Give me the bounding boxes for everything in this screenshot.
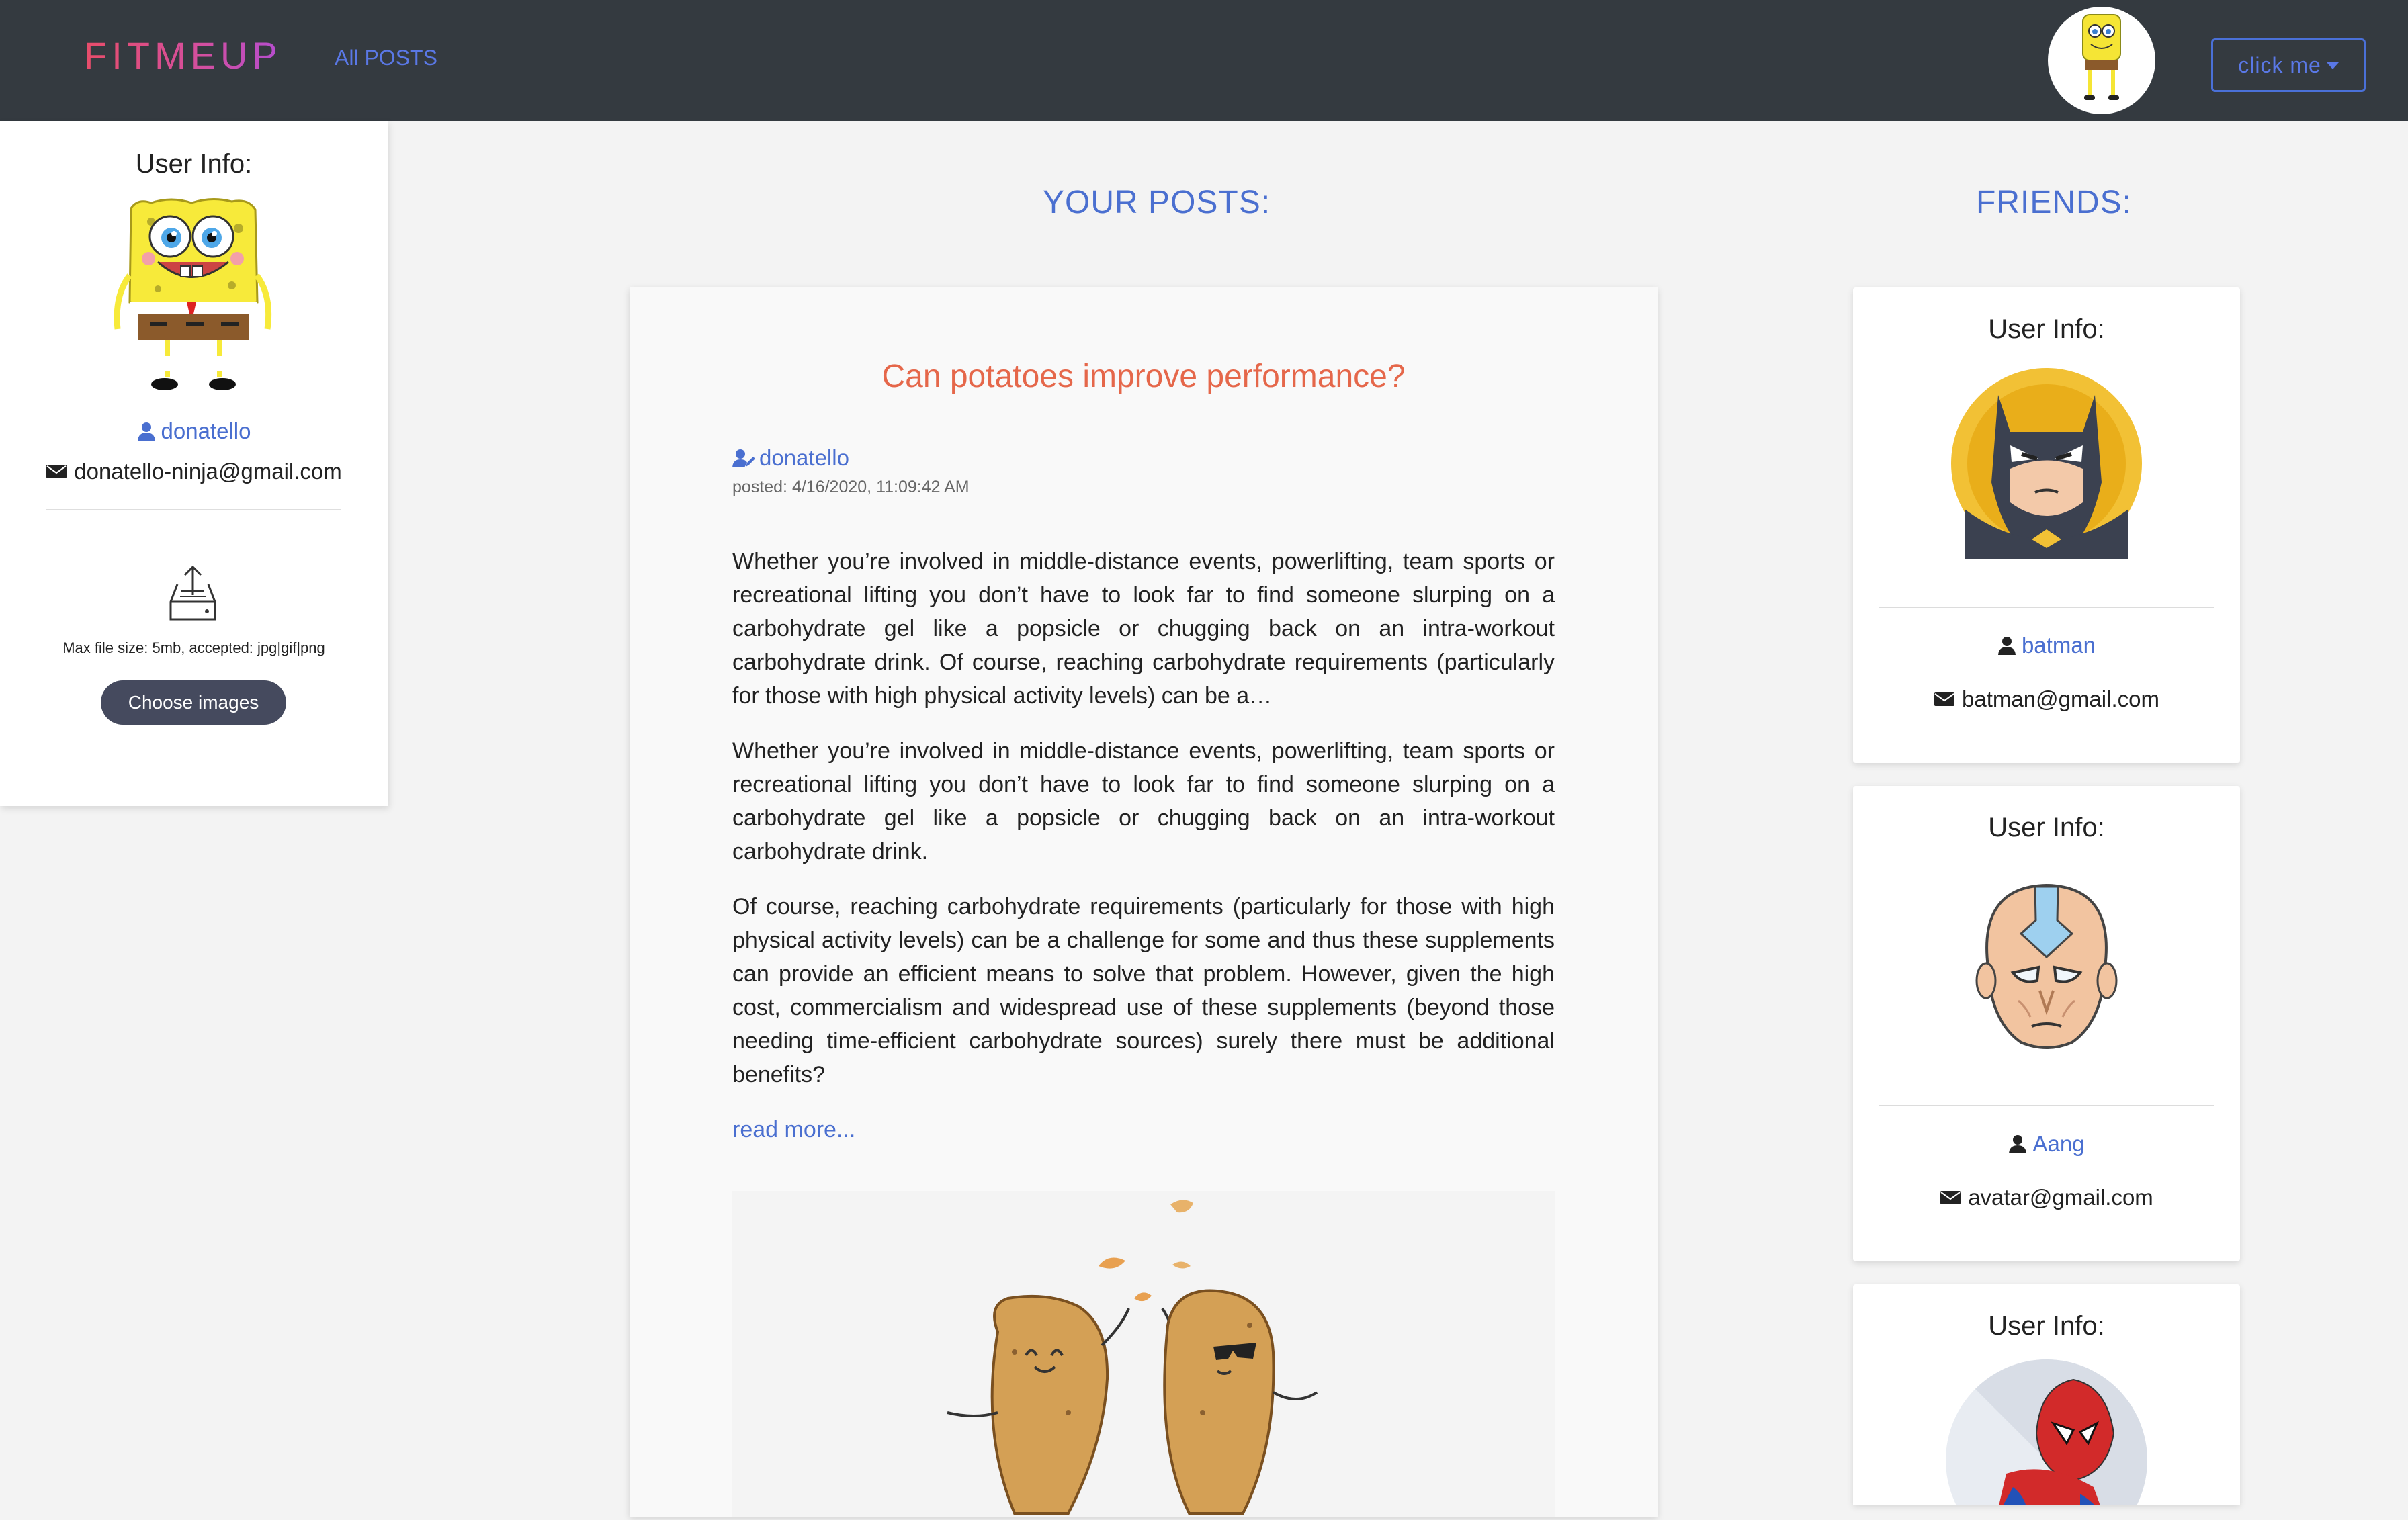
post-paragraph: Of course, reaching carbohydrate require… [732, 894, 1555, 1087]
post-author-row: donatello [732, 445, 849, 471]
friend-avatar [1946, 1359, 2147, 1505]
post-body: Whether you’re involved in middle-distan… [732, 545, 1555, 1147]
card-title: User Info: [1988, 1311, 2105, 1341]
user-icon [137, 422, 155, 441]
divider [46, 509, 341, 510]
friends-heading: FRIENDS: [1976, 185, 2133, 220]
user-email-row: donatello-ninja@gmail.com [0, 459, 388, 484]
your-posts-heading: YOUR POSTS: [1043, 185, 1271, 220]
card-title: User Info: [135, 149, 253, 179]
friend-email: batman@gmail.com [1962, 686, 2159, 711]
friend-name-row: Aang [1853, 1131, 2240, 1157]
post-card: Can potatoes improve performance? donate… [630, 287, 1658, 1517]
upload-hint: Max file size: 5mb, accepted: jpg|gif|pn… [62, 639, 325, 656]
post-date: posted: 4/16/2020, 11:09:42 AM [732, 478, 970, 496]
post-author-link[interactable]: donatello [759, 445, 849, 471]
divider [1879, 607, 2214, 608]
nav-link-all-posts[interactable]: All POSTS [335, 46, 437, 71]
friend-email: avatar@gmail.com [1968, 1185, 2153, 1210]
friend-avatar [1951, 368, 2142, 559]
divider [1879, 1105, 2214, 1106]
friend-email-row: batman@gmail.com [1853, 686, 2240, 712]
brand-logo[interactable]: FITMEUP [84, 34, 282, 77]
post-paragraph: Whether you’re involved in middle-distan… [732, 738, 1555, 864]
friend-name-link[interactable]: batman [2022, 633, 2096, 658]
friend-email-row: avatar@gmail.com [1853, 1185, 2240, 1210]
post-title[interactable]: Can potatoes improve performance? [630, 358, 1658, 395]
post-image [732, 1191, 1555, 1517]
friend-card: User Info: batman batman@gmail.com [1853, 287, 2240, 763]
caret-down-icon [2326, 62, 2339, 69]
read-more-link[interactable]: read more... [732, 1117, 855, 1143]
dropdown-label: click me [2238, 52, 2321, 77]
user-name-row: donatello [0, 418, 388, 444]
user-name-link[interactable]: donatello [161, 418, 251, 444]
envelope-icon [1934, 692, 1955, 706]
user-avatar [111, 195, 275, 396]
friend-name-row: batman [1853, 633, 2240, 658]
friend-name-link[interactable]: Aang [2032, 1131, 2084, 1157]
user-icon [1997, 637, 2016, 655]
user-email: donatello-ninja@gmail.com [74, 459, 342, 484]
avatar[interactable] [2048, 7, 2155, 114]
envelope-icon [1940, 1191, 1961, 1204]
user-info-card: User Info: donatello donatello-ninja@gma… [0, 121, 388, 806]
dropdown-button[interactable]: click me [2211, 38, 2366, 92]
choose-images-button[interactable]: Choose images [101, 680, 286, 725]
card-title: User Info: [1988, 813, 2105, 842]
friend-avatar [1951, 866, 2142, 1057]
post-excerpt: Whether you’re involved in middle-distan… [732, 549, 1555, 709]
friend-card: User Info: [1853, 1284, 2240, 1505]
card-title: User Info: [1988, 314, 2105, 344]
user-icon [2009, 1135, 2027, 1153]
envelope-icon [46, 465, 67, 478]
navbar: FITMEUP All POSTS click me [0, 0, 2408, 121]
user-edit-icon [732, 449, 755, 467]
friend-card: User Info: Aang avatar@gmail.com [1853, 786, 2240, 1261]
upload-icon[interactable] [167, 564, 219, 622]
